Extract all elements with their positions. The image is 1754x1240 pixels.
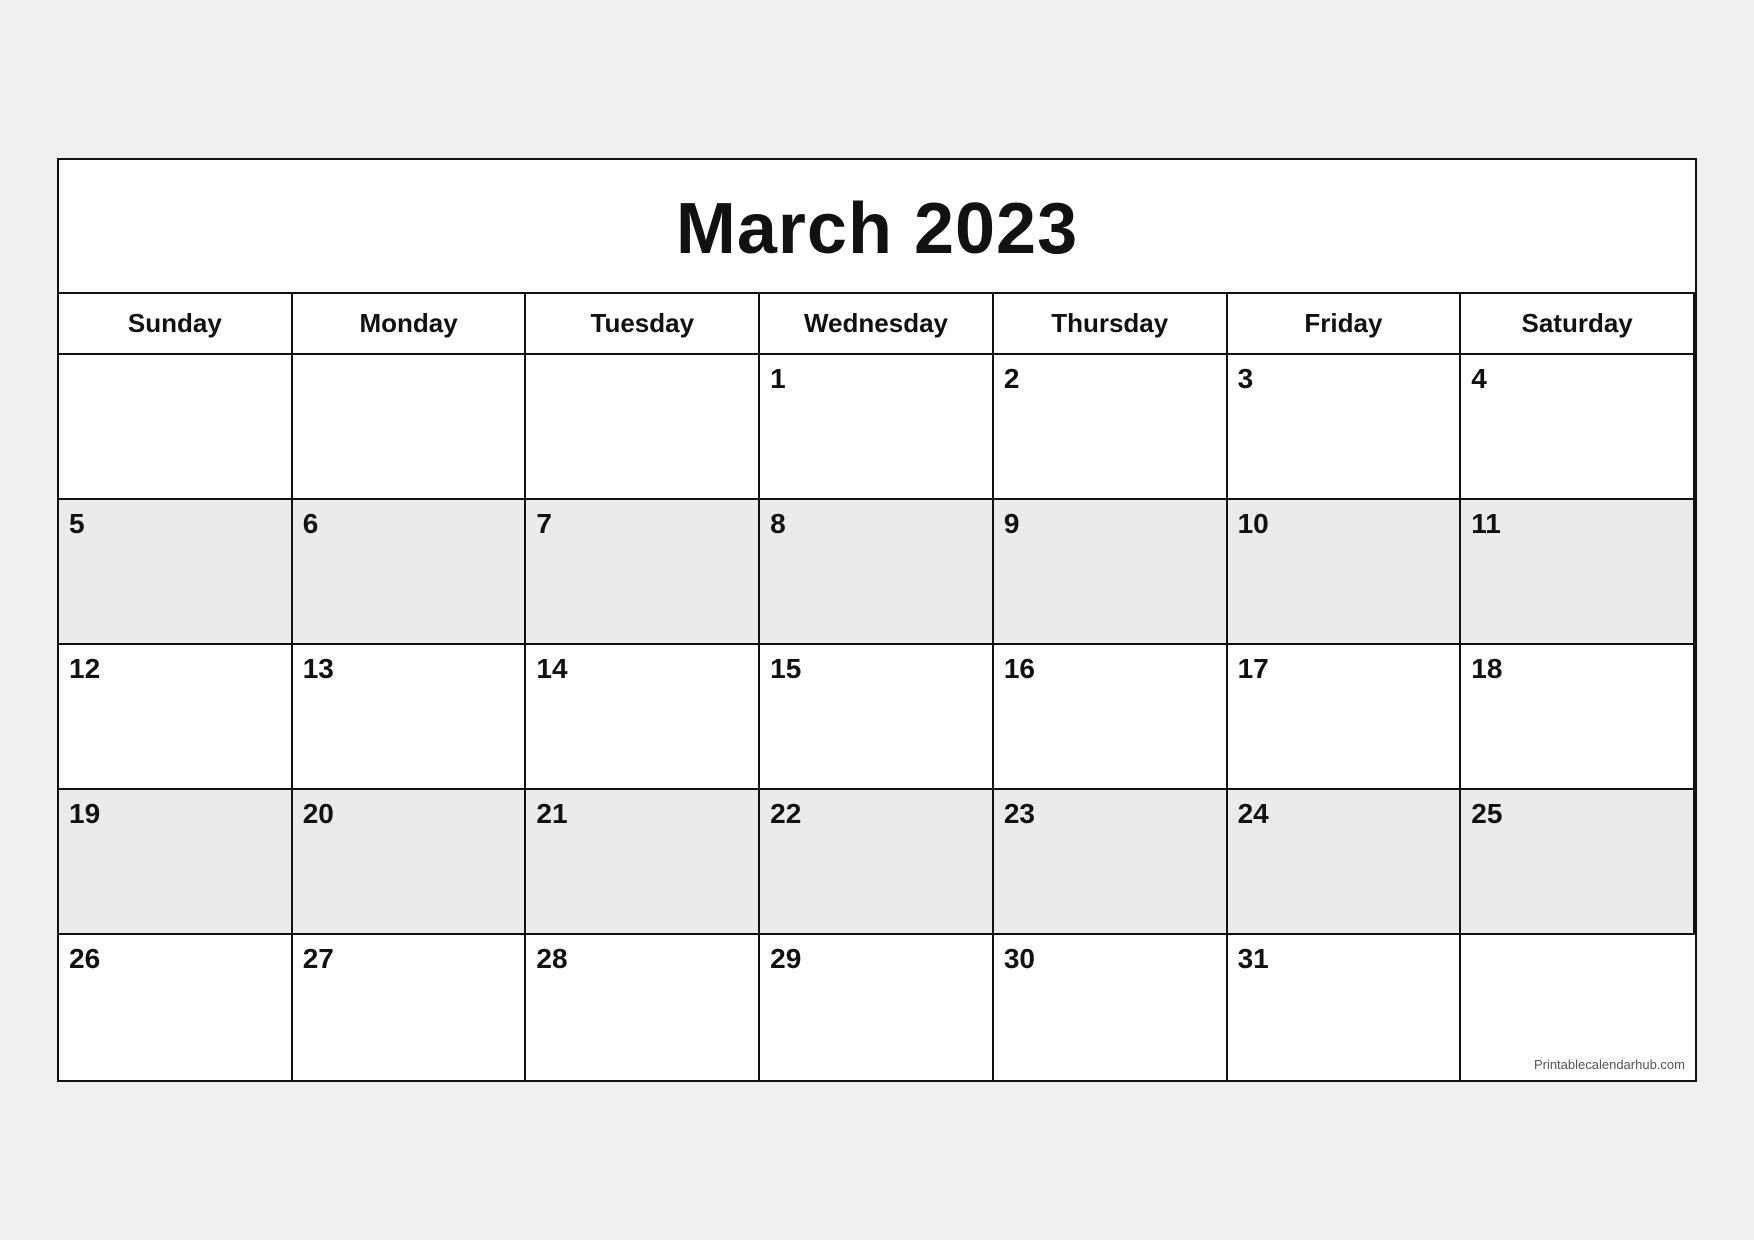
day-number: 27 [303, 943, 515, 975]
day-number: 23 [1004, 798, 1216, 830]
day-number: 9 [1004, 508, 1216, 540]
calendar-grid: SundayMondayTuesdayWednesdayThursdayFrid… [59, 294, 1695, 1080]
day-cell: 8 [760, 500, 994, 645]
day-number: 17 [1238, 653, 1450, 685]
day-cell: 21 [526, 790, 760, 935]
day-cell: 18 [1461, 645, 1695, 790]
day-cell: 26 [59, 935, 293, 1080]
day-number: 19 [69, 798, 281, 830]
day-cell: 13 [293, 645, 527, 790]
day-number: 24 [1238, 798, 1450, 830]
watermark: Printablecalendarhub.com [1534, 1057, 1685, 1072]
day-number: 6 [303, 508, 515, 540]
day-cell: 3 [1228, 355, 1462, 500]
day-cell [59, 355, 293, 500]
day-header: Tuesday [526, 294, 760, 355]
day-cell: 5 [59, 500, 293, 645]
day-number: 10 [1238, 508, 1450, 540]
day-cell: 25 [1461, 790, 1695, 935]
day-cell: 24 [1228, 790, 1462, 935]
day-cell: 17 [1228, 645, 1462, 790]
day-number: 30 [1004, 943, 1216, 975]
day-number: 31 [1238, 943, 1450, 975]
day-number: 8 [770, 508, 982, 540]
day-number: 5 [69, 508, 281, 540]
day-cell: 1 [760, 355, 994, 500]
day-cell: 2 [994, 355, 1228, 500]
day-cell: 7 [526, 500, 760, 645]
day-number: 1 [770, 363, 982, 395]
day-cell: 20 [293, 790, 527, 935]
day-number: 16 [1004, 653, 1216, 685]
day-number: 22 [770, 798, 982, 830]
day-cell: 27 [293, 935, 527, 1080]
day-cell: 30 [994, 935, 1228, 1080]
day-number: 29 [770, 943, 982, 975]
day-number: 14 [536, 653, 748, 685]
day-cell [526, 355, 760, 500]
day-cell: 15 [760, 645, 994, 790]
day-number: 12 [69, 653, 281, 685]
day-number: 26 [69, 943, 281, 975]
day-cell: 22 [760, 790, 994, 935]
day-cell: 10 [1228, 500, 1462, 645]
day-header: Monday [293, 294, 527, 355]
day-header: Saturday [1461, 294, 1695, 355]
day-number: 11 [1471, 508, 1683, 540]
calendar-container: March 2023 SundayMondayTuesdayWednesdayT… [57, 158, 1697, 1082]
day-number: 2 [1004, 363, 1216, 395]
day-cell: 31 [1228, 935, 1462, 1080]
day-cell: 12 [59, 645, 293, 790]
day-cell [293, 355, 527, 500]
day-number: 25 [1471, 798, 1683, 830]
day-cell: 19 [59, 790, 293, 935]
day-cell: 16 [994, 645, 1228, 790]
day-number: 28 [536, 943, 748, 975]
day-cell: 28 [526, 935, 760, 1080]
day-number: 15 [770, 653, 982, 685]
day-header: Thursday [994, 294, 1228, 355]
day-header: Friday [1228, 294, 1462, 355]
day-number: 4 [1471, 363, 1683, 395]
day-cell: Printablecalendarhub.com [1461, 935, 1695, 1080]
day-cell: 14 [526, 645, 760, 790]
day-number: 18 [1471, 653, 1683, 685]
day-header: Wednesday [760, 294, 994, 355]
day-number: 21 [536, 798, 748, 830]
day-number: 3 [1238, 363, 1450, 395]
day-cell: 23 [994, 790, 1228, 935]
day-cell: 11 [1461, 500, 1695, 645]
day-number: 20 [303, 798, 515, 830]
day-cell: 4 [1461, 355, 1695, 500]
calendar-title: March 2023 [59, 160, 1695, 294]
day-cell: 9 [994, 500, 1228, 645]
day-header: Sunday [59, 294, 293, 355]
day-number: 13 [303, 653, 515, 685]
day-cell: 6 [293, 500, 527, 645]
day-number: 7 [536, 508, 748, 540]
day-cell: 29 [760, 935, 994, 1080]
